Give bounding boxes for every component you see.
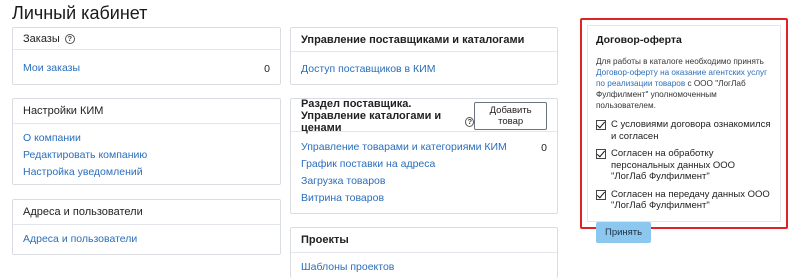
kim-settings-header: Настройки КИМ <box>13 99 280 124</box>
edit-company-link[interactable]: Редактировать компанию <box>23 147 270 164</box>
supplier-access-link[interactable]: Доступ поставщиков в КИМ <box>301 61 547 78</box>
about-company-link[interactable]: О компании <box>23 130 270 147</box>
orders-card: Заказы ? Мои заказы 0 <box>12 27 281 85</box>
suppliers-title: Управление поставщиками и каталогами <box>301 33 525 46</box>
consent-personal-data-row[interactable]: Согласен на обработку персональных данны… <box>596 148 772 183</box>
consent-data-transfer-label: Согласен на передачу данных ООО "ЛогЛаб … <box>611 188 770 212</box>
supplier-section-header: Раздел поставщика. Управление каталогами… <box>291 98 557 134</box>
consent-personal-data-label: Согласен на обработку персональных данны… <box>611 148 736 182</box>
help-icon[interactable]: ? <box>64 33 75 44</box>
addresses-card: Адреса и пользователи Адреса и пользоват… <box>12 199 281 255</box>
supplier-section-title: Раздел поставщика. <box>301 98 412 110</box>
offer-title: Договор-оферта <box>596 34 682 46</box>
add-product-button[interactable]: Добавить товар <box>474 102 547 130</box>
consent-personal-data-checkbox[interactable] <box>596 149 606 159</box>
consent-contract-checkbox[interactable] <box>596 120 606 130</box>
projects-title: Проекты <box>301 234 349 246</box>
product-showcase-link[interactable]: Витрина товаров <box>301 190 547 207</box>
consent-contract-label: С условиями договора ознакомился и согла… <box>611 119 771 142</box>
my-orders-link[interactable]: Мои заказы <box>23 60 80 77</box>
consent-contract-row[interactable]: С условиями договора ознакомился и согла… <box>596 119 772 142</box>
addresses-users-link[interactable]: Адреса и пользователи <box>23 231 270 248</box>
offer-card: Договор-оферта Для работы в каталоге нео… <box>587 25 781 243</box>
offer-description: Для работы в каталоге необходимо принять… <box>596 56 772 111</box>
products-count: 0 <box>541 141 547 154</box>
page-title: Личный кабинет <box>12 3 148 23</box>
upload-products-link[interactable]: Загрузка товаров <box>301 173 547 190</box>
addresses-title: Адреса и пользователи <box>23 206 143 218</box>
kim-settings-card: Настройки КИМ О компании Редактировать к… <box>12 98 281 185</box>
addresses-header: Адреса и пользователи <box>13 200 280 225</box>
orders-header: Заказы ? <box>13 28 280 50</box>
orders-title: Заказы <box>23 32 60 45</box>
delivery-schedule-link[interactable]: График поставки на адреса <box>301 156 547 173</box>
notification-settings-link[interactable]: Настройка уведомлений <box>23 164 270 181</box>
manage-products-link[interactable]: Управление товарами и категориями КИМ <box>301 139 507 156</box>
help-icon[interactable]: ? <box>465 117 475 127</box>
projects-card: Проекты Шаблоны проектов <box>290 227 558 278</box>
offer-highlight-frame: Договор-оферта Для работы в каталоге нео… <box>580 18 788 243</box>
list-item: Управление товарами и категориями КИМ 0 <box>301 139 547 156</box>
kim-settings-title: Настройки КИМ <box>23 105 104 117</box>
orders-count: 0 <box>264 62 270 75</box>
projects-header: Проекты <box>291 228 557 253</box>
accept-button[interactable]: Принять <box>596 221 652 243</box>
supplier-section-card: Раздел поставщика. Управление каталогами… <box>290 98 558 214</box>
consent-data-transfer-row[interactable]: Согласен на передачу данных ООО "ЛогЛаб … <box>596 189 772 212</box>
suppliers-card: Управление поставщиками и каталогами Дос… <box>290 27 558 85</box>
project-templates-link[interactable]: Шаблоны проектов <box>301 259 547 276</box>
list-item: Мои заказы 0 <box>23 60 270 77</box>
supplier-section-subtitle: Управление каталогами и ценами <box>301 110 442 134</box>
offer-desc-prefix: Для работы в каталоге необходимо принять <box>596 57 764 66</box>
consent-data-transfer-checkbox[interactable] <box>596 189 606 200</box>
suppliers-header: Управление поставщиками и каталогами <box>291 28 557 52</box>
